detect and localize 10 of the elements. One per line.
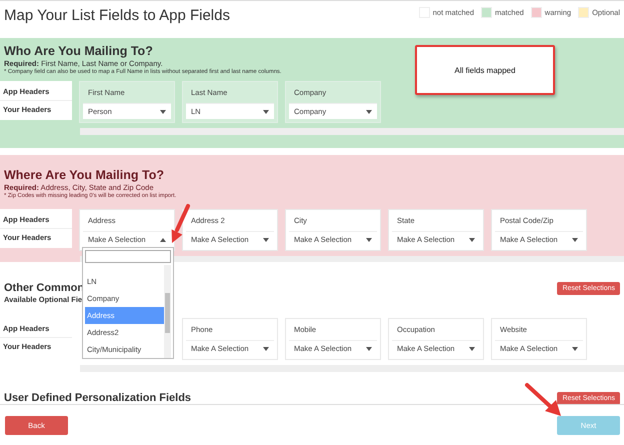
pointer-arrow [525, 383, 561, 416]
status-message: All fields mapped [415, 45, 555, 95]
pointer-arrow [172, 204, 190, 243]
scrollbar[interactable] [164, 265, 171, 358]
section-title: Where Are You Mailing To? [4, 168, 165, 182]
section-title: Who Are You Mailing To? [4, 44, 154, 58]
scrollbar[interactable] [80, 128, 624, 135]
search-field[interactable] [85, 250, 171, 263]
section-title: User Defined Personalization Fields [4, 392, 192, 404]
page-title: Map Your List Fields to App Fields [4, 7, 230, 24]
